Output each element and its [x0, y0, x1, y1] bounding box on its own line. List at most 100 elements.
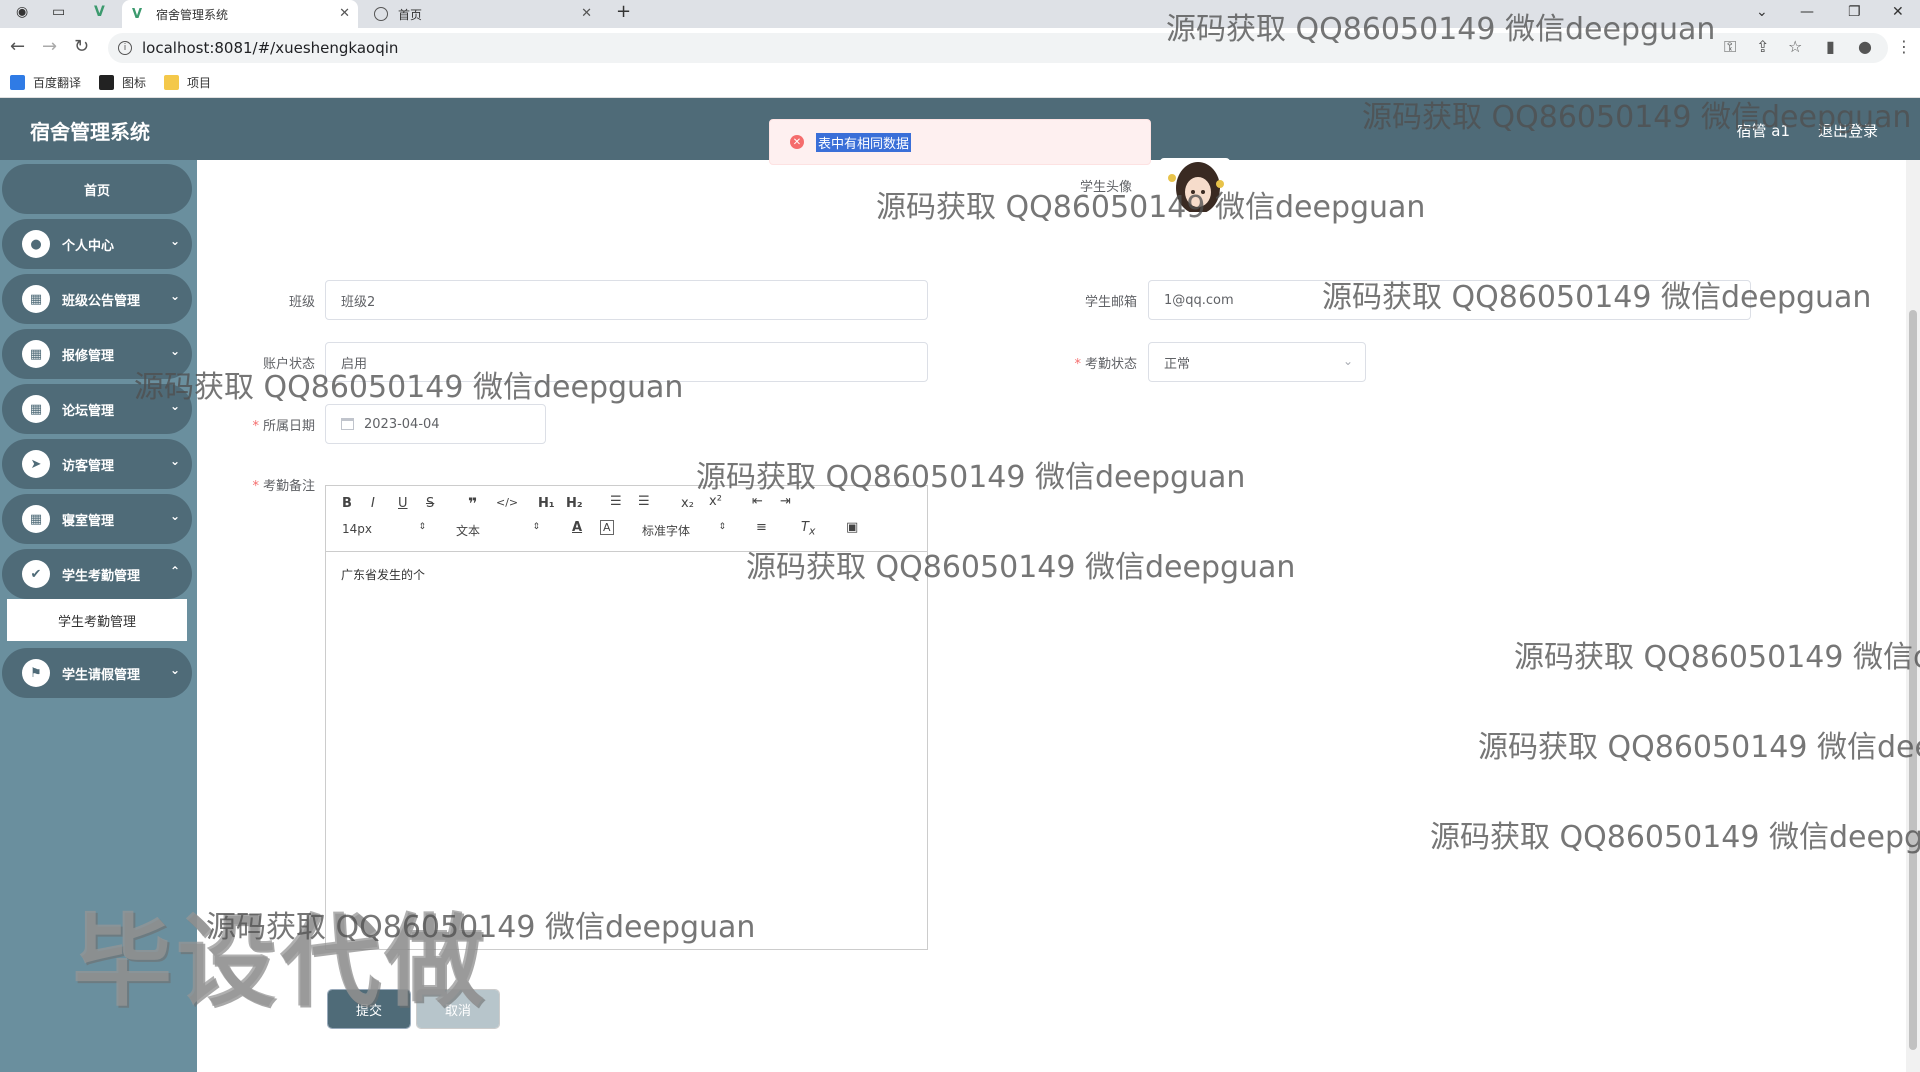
tab-search-icon[interactable]: ⌄: [1756, 4, 1768, 20]
email-input[interactable]: 1@qq.com: [1148, 280, 1751, 320]
attendance-status-select[interactable]: 正常 ⌄: [1148, 342, 1366, 382]
submenu-item-attendance[interactable]: 学生考勤管理: [7, 599, 187, 641]
background-color-icon[interactable]: A: [600, 520, 614, 535]
bookmark-icons[interactable]: 图标: [99, 74, 146, 91]
sidebar-item-label: 个人中心: [62, 238, 115, 254]
sidebar-item-visitor[interactable]: ➤ 访客管理 ⌄: [2, 439, 192, 489]
user-icon: ●: [22, 230, 50, 258]
updown-icon: ⇕: [532, 522, 540, 532]
bullet-list-icon[interactable]: ☰: [638, 494, 650, 509]
tab-close-icon[interactable]: ✕: [581, 6, 592, 21]
class-label: 班级: [288, 295, 315, 310]
superscript-icon[interactable]: x²: [709, 494, 722, 509]
toast-message: 表中有相同数据: [816, 132, 912, 152]
sidebar-item-attendance[interactable]: ✔ 学生考勤管理 ⌃: [2, 549, 192, 599]
sidebar-item-class-notice[interactable]: ▦ 班级公告管理 ⌄: [2, 274, 192, 324]
subscript-icon[interactable]: x₂: [681, 496, 694, 511]
translate-icon: [10, 75, 25, 90]
code-icon[interactable]: </>: [496, 496, 518, 509]
class-input[interactable]: 班级2: [325, 280, 928, 320]
indent-icon[interactable]: ⇥: [780, 494, 791, 509]
account-status-input[interactable]: 启用: [325, 342, 928, 382]
date-picker[interactable]: 2023-04-04: [325, 404, 546, 444]
sidebar-item-dorm[interactable]: ▦ 寝室管理 ⌄: [2, 494, 192, 544]
info-icon[interactable]: i: [118, 41, 132, 55]
new-tab-button[interactable]: +: [616, 1, 631, 22]
sidepanel-icon[interactable]: ▮: [1826, 37, 1835, 56]
calendar-icon: [341, 418, 354, 430]
forward-icon[interactable]: →: [42, 36, 57, 57]
account-status-value: 启用: [341, 356, 368, 372]
minimize-icon[interactable]: —: [1800, 4, 1814, 20]
tab-home[interactable]: 首页 ✕: [364, 0, 600, 28]
editor-toolbar: B I U S ❞ </> H₁ H₂ ☰ ☰ x₂ x² ⇤ ⇥ 14px ⇕ …: [326, 486, 927, 552]
vue-icon[interactable]: V: [94, 4, 105, 20]
font-size-select[interactable]: 14px ⇕: [342, 522, 426, 536]
tab-title: 首页: [398, 7, 423, 22]
editor-content[interactable]: 广东省发生的个: [326, 552, 927, 597]
sidebar-item-label: 学生考勤管理: [62, 568, 141, 584]
folder-icon: [164, 75, 180, 90]
bookmark-folder[interactable]: 项目: [164, 74, 211, 91]
back-icon[interactable]: ←: [10, 36, 25, 57]
sidebar-item-personal-center[interactable]: ● 个人中心 ⌄: [2, 219, 192, 269]
bookmark-translate[interactable]: 百度翻译: [10, 74, 81, 91]
restore-icon[interactable]: ❐: [1848, 4, 1861, 20]
page-scrollbar[interactable]: [1906, 160, 1920, 1072]
italic-icon[interactable]: I: [371, 496, 375, 511]
h2-icon[interactable]: H₂: [566, 496, 583, 511]
grid-icon: ▦: [22, 340, 50, 368]
image-icon: [99, 75, 115, 90]
sidebar-item-repair[interactable]: ▦ 报修管理 ⌄: [2, 329, 192, 379]
tab-close-icon[interactable]: ✕: [339, 6, 350, 21]
date-label: * 所属日期: [252, 419, 315, 434]
account-status-label: 账户状态: [262, 357, 315, 372]
block-type-select[interactable]: 文本 ⇕: [456, 522, 540, 539]
underline-icon[interactable]: U: [398, 496, 408, 511]
clear-format-icon[interactable]: Tx: [801, 520, 815, 538]
quote-icon[interactable]: ❞: [468, 494, 477, 513]
bookmark-label: 图标: [122, 76, 147, 90]
url-input[interactable]: i localhost:8081/#/xueshengkaoqin: [108, 33, 1888, 63]
share-icon[interactable]: ⇪: [1756, 37, 1769, 56]
logout-link[interactable]: 退出登录: [1818, 120, 1878, 141]
image-insert-icon[interactable]: ▣: [846, 520, 858, 535]
reload-icon[interactable]: ↻: [74, 36, 89, 57]
chevron-down-icon: ⌄: [169, 509, 180, 523]
student-avatar[interactable]: [1160, 158, 1230, 212]
bold-icon[interactable]: B: [342, 496, 352, 511]
grid-icon: ▦: [22, 395, 50, 423]
sidebar-item-home[interactable]: 首页: [2, 164, 192, 214]
sidebar-item-label: 访客管理: [62, 458, 115, 474]
grid-icon: ▦: [22, 285, 50, 313]
class-value: 班级2: [341, 294, 376, 310]
current-user: 宿管 a1: [1736, 122, 1790, 140]
browser-tabbar: ◉ ▭ V V 宿舍管理系统 ✕ 首页 ✕ + ⌄ — ❐ ✕: [0, 0, 1920, 28]
key-icon[interactable]: ⚿: [1724, 37, 1736, 57]
flag-icon: ⚑: [22, 659, 50, 687]
sidebar-item-leave[interactable]: ⚑ 学生请假管理 ⌄: [2, 648, 192, 698]
app-title: 宿舍管理系统: [30, 120, 150, 144]
font-color-icon[interactable]: A: [572, 520, 582, 535]
ordered-list-icon[interactable]: ☰: [610, 494, 622, 509]
scrollbar-thumb[interactable]: [1909, 310, 1917, 1050]
watermark-big-text: 毕设代做: [72, 903, 488, 1020]
sidebar-item-forum[interactable]: ▦ 论坛管理 ⌄: [2, 384, 192, 434]
star-icon[interactable]: ☆: [1788, 37, 1802, 56]
chevron-up-icon: ⌃: [169, 564, 180, 578]
profile-icon[interactable]: ●: [1858, 37, 1872, 56]
tab-active[interactable]: V 宿舍管理系统 ✕: [122, 0, 358, 28]
more-icon[interactable]: ⋮: [1896, 37, 1912, 56]
sidebar-item-label: 论坛管理: [62, 403, 115, 419]
updown-icon: ⇕: [418, 522, 426, 532]
date-value: 2023-04-04: [364, 416, 440, 432]
tab-placeholder-icon[interactable]: ▭: [52, 4, 65, 20]
strike-icon[interactable]: S: [426, 496, 434, 511]
outdent-icon[interactable]: ⇤: [752, 494, 763, 509]
browser-menu-icon[interactable]: ◉: [16, 4, 28, 20]
chevron-down-icon: ⌄: [169, 454, 180, 468]
font-family-select[interactable]: 标准字体 ⇕: [642, 522, 726, 539]
h1-icon[interactable]: H₁: [538, 496, 555, 511]
close-window-icon[interactable]: ✕: [1892, 4, 1904, 20]
align-icon[interactable]: ≡: [756, 520, 767, 535]
